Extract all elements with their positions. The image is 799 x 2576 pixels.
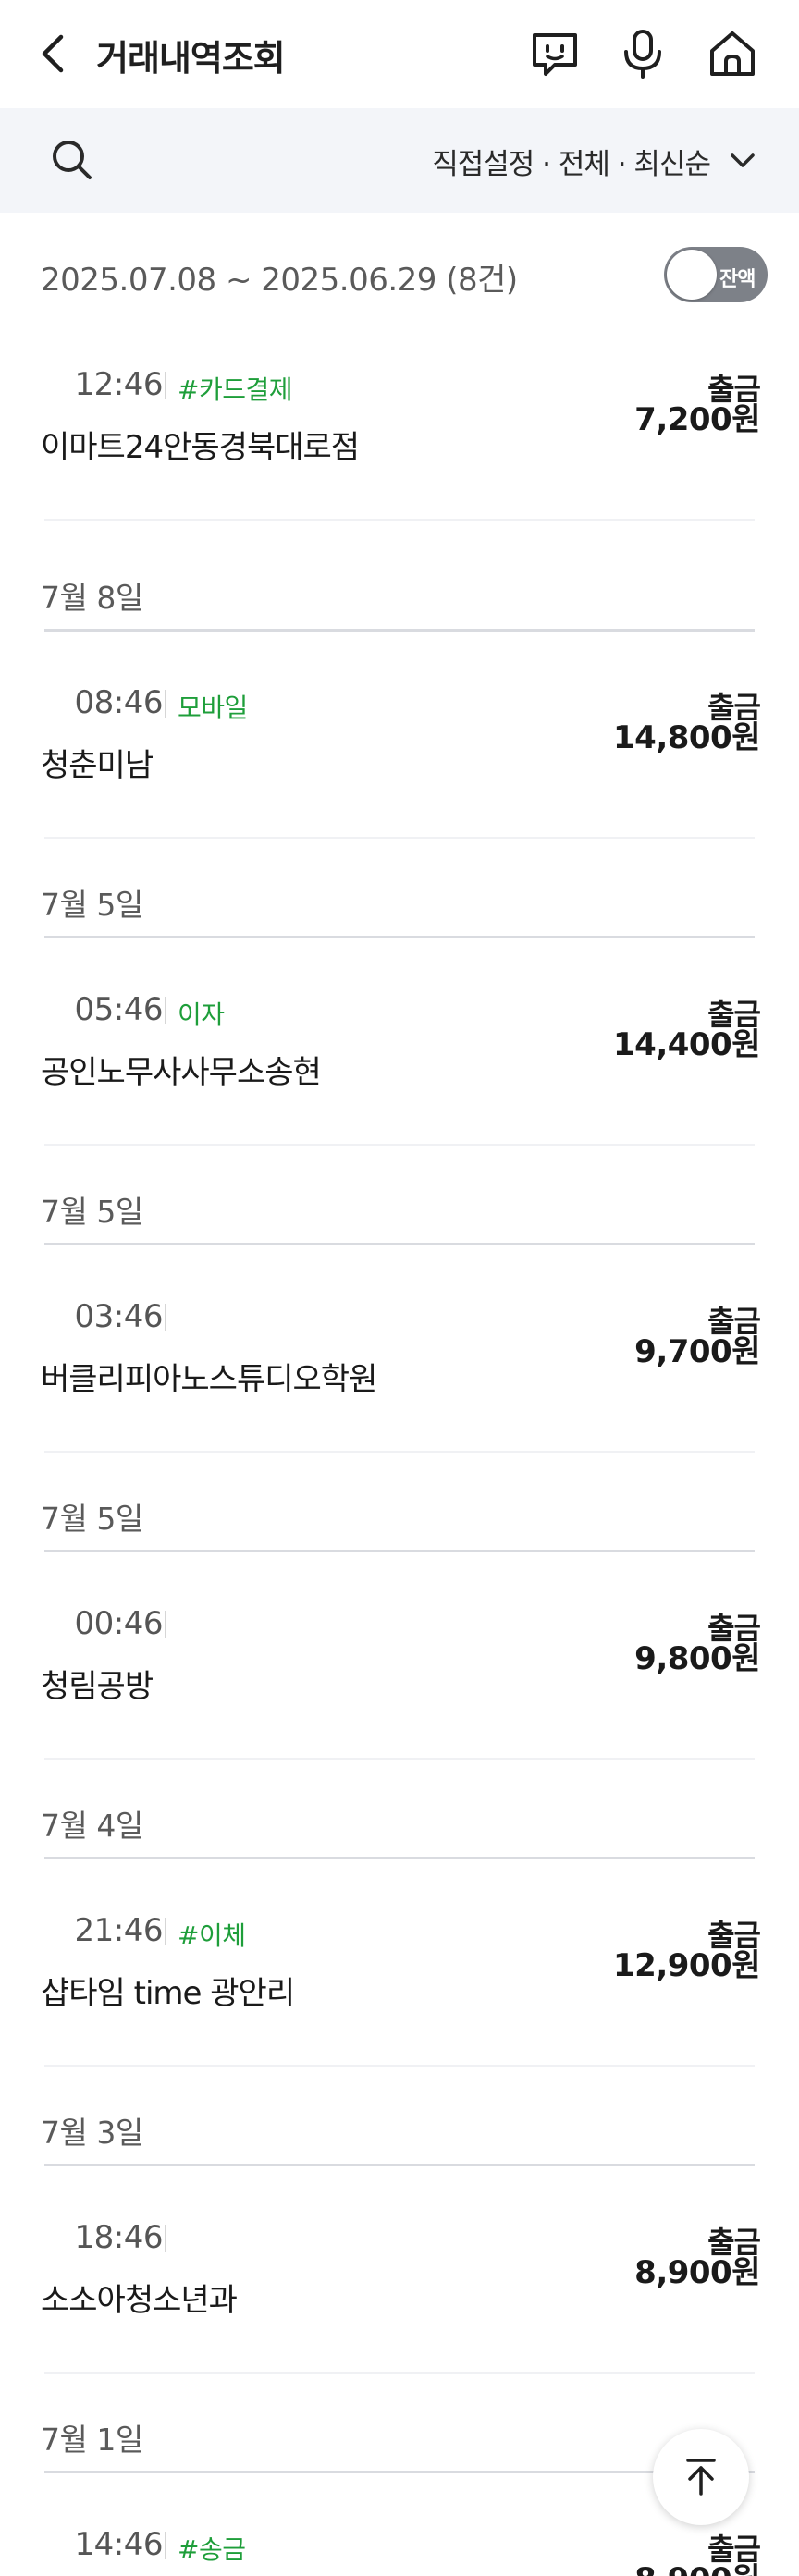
time-divider bbox=[165, 1304, 166, 1331]
row-separator bbox=[44, 837, 755, 839]
row-separator bbox=[44, 2065, 755, 2067]
transaction-time: 14:46 bbox=[74, 2526, 164, 2563]
toggle-knob bbox=[667, 250, 717, 300]
transaction-item[interactable]: 03:46 버클리피아노스튜디오학원 출금 9,700원 bbox=[0, 1298, 799, 1453]
filter-dropdown[interactable]: 직접설정 · 전체 · 최신순 bbox=[432, 140, 758, 182]
chevron-down-icon bbox=[727, 145, 758, 177]
time-divider bbox=[165, 997, 166, 1024]
row-separator bbox=[44, 2372, 755, 2374]
search-button[interactable] bbox=[46, 134, 98, 186]
balance-toggle[interactable]: 잔액 bbox=[664, 247, 768, 302]
time-divider bbox=[165, 690, 166, 718]
date-header: 7월 5일 bbox=[41, 1501, 143, 1537]
time-divider bbox=[165, 2532, 166, 2559]
transaction-name: 소소아청소년과 bbox=[41, 2282, 238, 2319]
transaction-amount: 9,700원 bbox=[634, 1333, 760, 1370]
date-header: 7월 8일 bbox=[41, 580, 143, 616]
voice-search-button[interactable] bbox=[615, 26, 670, 81]
transaction-amount: 14,800원 bbox=[613, 719, 760, 756]
transaction-item[interactable]: 05:46 이자 공인노무사사무소송현 출금 14,400원 bbox=[0, 991, 799, 1146]
home-icon bbox=[710, 31, 755, 76]
transaction-item[interactable]: 18:46 소소아청소년과 출금 8,900원 bbox=[0, 2219, 799, 2374]
mic-icon bbox=[624, 30, 661, 79]
transaction-amount: 12,900원 bbox=[613, 1947, 760, 1984]
transaction-time: 03:46 bbox=[74, 1298, 164, 1335]
transaction-amount: 8,900원 bbox=[634, 2554, 760, 2576]
back-icon bbox=[42, 34, 64, 73]
scroll-top-button[interactable] bbox=[653, 2429, 749, 2525]
date-divider bbox=[44, 2164, 755, 2166]
transaction-name: 샵타임 time 광안리 bbox=[41, 1975, 295, 2012]
transaction-time: 21:46 bbox=[74, 1912, 164, 1949]
back-button[interactable] bbox=[33, 28, 74, 80]
date-divider bbox=[44, 629, 755, 632]
transaction-item[interactable]: 00:46 청림공방 출금 9,800원 bbox=[0, 1605, 799, 1760]
transaction-time: 08:46 bbox=[74, 684, 164, 721]
row-separator bbox=[44, 1758, 755, 1760]
search-icon bbox=[53, 141, 92, 179]
period-summary: 2025.07.08 ~ 2025.06.29 (8건) bbox=[41, 262, 518, 299]
transaction-amount: 8,900원 bbox=[634, 2254, 760, 2291]
transaction-item[interactable]: 14:46#송금최진울법무사사무소출금8,900원 bbox=[0, 2526, 799, 2576]
transaction-name: 공인노무사사무소송현 bbox=[41, 1054, 322, 1091]
transaction-name: 버클리피아노스튜디오학원 bbox=[41, 1361, 377, 1398]
date-header: 7월 5일 bbox=[41, 1194, 143, 1230]
transaction-item[interactable]: 21:46 #이체 샵타임 time 광안리 출금 12,900원 bbox=[0, 1912, 799, 2067]
transaction-time: 18:46 bbox=[74, 2219, 164, 2256]
filter-label: 직접설정 · 전체 · 최신순 bbox=[432, 147, 711, 181]
transaction-time: 00:46 bbox=[74, 1605, 164, 1642]
row-separator bbox=[44, 1451, 755, 1453]
balance-toggle-label: 잔액 bbox=[719, 268, 756, 291]
page-title: 거래내역조회 bbox=[96, 38, 286, 79]
date-header: 7월 1일 bbox=[41, 2422, 143, 2458]
transaction-amount: 9,800원 bbox=[634, 1640, 760, 1677]
date-divider bbox=[44, 1243, 755, 1245]
chatbot-button[interactable] bbox=[527, 26, 583, 81]
time-divider bbox=[165, 1918, 166, 1945]
date-divider bbox=[44, 1550, 755, 1552]
date-divider bbox=[44, 2471, 755, 2473]
filter-bar: 직접설정 · 전체 · 최신순 bbox=[0, 108, 799, 213]
transaction-amount: 14,400원 bbox=[613, 1026, 760, 1063]
time-divider bbox=[165, 1611, 166, 1638]
transaction-item[interactable]: 12:46 #카드결제 이마트24안동경북대로점 출금 7,200원 bbox=[0, 366, 799, 521]
transaction-tag: 모바일 bbox=[178, 693, 248, 723]
date-header: 7월 3일 bbox=[41, 2115, 143, 2151]
arrow-up-icon bbox=[686, 2459, 716, 2496]
date-header: 7월 5일 bbox=[41, 887, 143, 923]
transaction-amount: 7,200원 bbox=[634, 401, 760, 438]
transaction-tag: #송금 bbox=[178, 2534, 246, 2565]
date-divider bbox=[44, 1857, 755, 1859]
transaction-time: 05:46 bbox=[74, 991, 164, 1028]
transaction-time: 12:46 bbox=[74, 366, 164, 403]
transaction-name: 청림공방 bbox=[41, 1668, 154, 1705]
transaction-tag: #이체 bbox=[178, 1920, 246, 1951]
transaction-name: 이마트24안동경북대로점 bbox=[41, 429, 360, 466]
time-divider bbox=[165, 2225, 166, 2252]
row-separator bbox=[44, 1144, 755, 1146]
row-separator bbox=[44, 519, 755, 521]
chatbot-icon bbox=[533, 33, 577, 76]
transaction-tag: #카드결제 bbox=[178, 374, 293, 405]
home-button[interactable] bbox=[705, 26, 760, 81]
date-divider bbox=[44, 936, 755, 938]
transaction-item[interactable]: 08:46 모바일 청춘미남 출금 14,800원 bbox=[0, 684, 799, 839]
time-divider bbox=[165, 372, 166, 399]
transaction-name: 청춘미남 bbox=[41, 747, 154, 784]
transaction-tag: 이자 bbox=[178, 1000, 225, 1030]
date-header: 7월 4일 bbox=[41, 1808, 143, 1844]
app-header: 거래내역조회 bbox=[0, 0, 799, 108]
